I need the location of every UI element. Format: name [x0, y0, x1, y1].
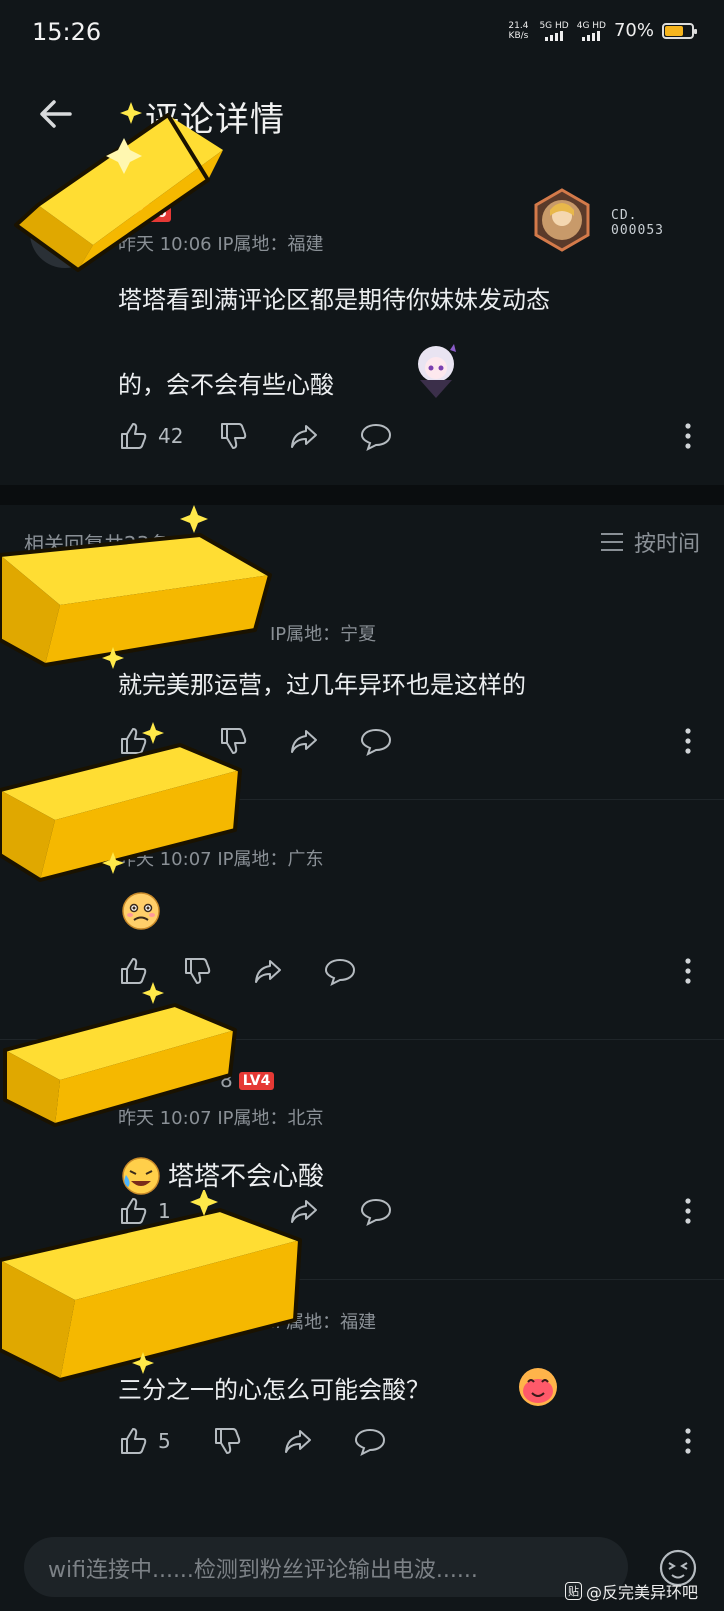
main-comment: c LV6 昨天 10:06 IP属地：福建 CD. 000053 塔塔看到满评论…: [0, 180, 724, 485]
action-row: 5: [118, 1425, 694, 1459]
user-name[interactable]: 8 LV4: [220, 1068, 275, 1092]
reply-item: IP属地：福建 三分之一的心怎么可能会酸？ 5: [0, 1280, 724, 1520]
menu-lines-icon: [600, 533, 623, 551]
replies-header: 相关回复共23条 按时间: [0, 520, 724, 560]
thumbs-up-icon: [121, 423, 147, 449]
user-name[interactable]: c LV6: [118, 200, 171, 224]
more-options-icon[interactable]: [682, 1195, 694, 1227]
dislike-button[interactable]: [218, 725, 250, 757]
share-button[interactable]: [252, 955, 284, 987]
comment-bubble-icon: [324, 958, 356, 986]
comment-bubble-icon: [360, 728, 392, 756]
action-row: 1: [118, 1195, 694, 1229]
reply-button[interactable]: [354, 1425, 386, 1457]
level-badge: LV4: [238, 1072, 275, 1090]
watermark: 贴 @反完美异环吧: [564, 1579, 698, 1603]
sort-button[interactable]: 按时间: [600, 526, 700, 558]
reply-button[interactable]: [360, 1195, 392, 1227]
replies-count: 相关回复共23条: [24, 532, 170, 556]
thumbs-up-icon: [121, 958, 147, 984]
action-row: 42: [118, 420, 694, 454]
level-badge: LV3: [196, 814, 232, 832]
like-button[interactable]: 5: [118, 1425, 171, 1457]
more-options-icon[interactable]: [682, 420, 694, 452]
share-icon: [291, 730, 317, 753]
sim1-signal-icon: 5G HD: [539, 21, 569, 41]
more-options-icon[interactable]: [682, 1425, 694, 1457]
status-time: 15:26: [32, 18, 102, 46]
level-badge: LV6: [135, 204, 171, 222]
thumbs-up-icon: [121, 1198, 147, 1224]
avatar[interactable]: [30, 198, 100, 268]
more-options-icon[interactable]: [682, 725, 694, 757]
more-options-icon[interactable]: [682, 955, 694, 987]
medal-code: CD. 000053: [611, 208, 664, 238]
medal-badge-icon[interactable]: [530, 188, 594, 252]
like-button[interactable]: 42: [118, 420, 183, 452]
share-button[interactable]: [288, 1195, 320, 1227]
thumbs-down-icon: [221, 423, 247, 449]
back-arrow-icon[interactable]: [36, 94, 76, 134]
section-divider: [0, 485, 724, 505]
share-button[interactable]: [288, 420, 320, 452]
input-placeholder: wifi连接中......检测到粉丝评论输出电波......: [48, 1558, 478, 1583]
comment-input[interactable]: wifi连接中......检测到粉丝评论输出电波......: [24, 1537, 628, 1597]
page-title: 评论详情: [145, 100, 285, 140]
reply-button[interactable]: [324, 955, 356, 987]
share-button[interactable]: [282, 1425, 314, 1457]
action-row: [118, 725, 694, 759]
dislike-button[interactable]: [218, 420, 250, 452]
reply-text: 就完美那运营，过几年异环也是这样的: [118, 671, 526, 699]
share-icon: [291, 425, 317, 448]
sim2-signal-icon: 4G HD: [577, 21, 606, 41]
like-button[interactable]: 1: [118, 1195, 171, 1227]
comment-bubble-icon: [354, 1428, 386, 1456]
reply-meta: IP属地：福建: [270, 1312, 377, 1333]
like-button[interactable]: [118, 955, 150, 987]
laughing-crying-emoji-icon: [122, 1157, 160, 1195]
network-speed: 21.4 KB/s: [508, 20, 529, 41]
reply-button[interactable]: [360, 725, 392, 757]
comment-text-line-2: 的，会不会有些心酸: [118, 371, 334, 399]
thumbs-down-icon: [215, 1428, 241, 1454]
worried-face-emoji-icon: [122, 892, 160, 930]
thumbs-down-icon: [185, 958, 211, 984]
thumbs-up-icon: [121, 728, 147, 754]
thumbs-down-icon: [221, 728, 247, 754]
share-button[interactable]: [288, 725, 320, 757]
top-bar: 评论详情: [0, 80, 724, 150]
reply-meta: 昨天 10:07 IP属地：北京: [118, 1108, 324, 1129]
reply-item: IP属地：宁夏 就完美那运营，过几年异环也是这样的: [0, 570, 724, 800]
comment-meta: 昨天 10:06 IP属地：福建: [118, 234, 324, 255]
like-button[interactable]: [118, 725, 150, 757]
action-row: [118, 955, 694, 989]
comment-bubble-icon: [360, 1198, 392, 1226]
user-name[interactable]: LV3: [190, 810, 232, 834]
share-icon: [291, 1200, 317, 1223]
share-icon: [285, 1430, 311, 1453]
reply-meta: 昨天 10:07 IP属地：广东: [118, 849, 324, 870]
tieba-logo-icon: 贴: [564, 1582, 582, 1600]
blushing-face-emoji-icon: [519, 1368, 557, 1406]
status-icons: 21.4 KB/s 5G HD 4G HD 70%: [505, 20, 697, 41]
comment-text-line-1: 塔塔看到满评论区都是期待你妹妹发动态: [118, 286, 550, 314]
character-sticker-icon: [418, 344, 456, 398]
thumbs-up-icon: [121, 1428, 147, 1454]
battery-percent: 70%: [613, 20, 654, 41]
reply-item: LV3 昨天 10:07 IP属地：广东: [0, 800, 724, 1040]
comment-bubble-icon: [360, 423, 392, 451]
reply-text: 三分之一的心怎么可能会酸？: [118, 1376, 430, 1404]
dislike-button[interactable]: [182, 955, 214, 987]
dislike-button[interactable]: [212, 1425, 244, 1457]
battery-icon: [662, 22, 697, 39]
reply-button[interactable]: [360, 420, 392, 452]
share-icon: [255, 960, 281, 983]
status-bar: 15:26 21.4 KB/s 5G HD 4G HD 70%: [0, 0, 724, 70]
reply-item: 8 LV4 昨天 10:07 IP属地：北京 塔塔不会心酸 1: [0, 1040, 724, 1280]
